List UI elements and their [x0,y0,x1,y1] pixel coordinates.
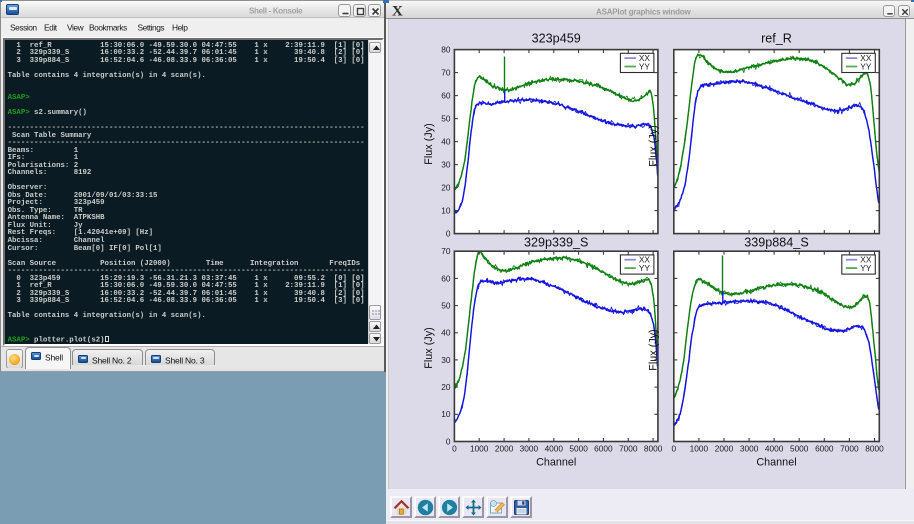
svg-text:X: X [392,4,403,18]
svg-text:Shell No. 2: Shell No. 2 [92,356,132,366]
svg-text:View: View [67,23,85,33]
svg-text:Shell No. 3: Shell No. 3 [165,356,205,366]
svg-text:Help: Help [172,23,188,33]
svg-text:Bookmarks: Bookmarks [89,23,127,33]
svg-text:Shell: Shell [45,352,63,362]
svg-text:ASAPlot graphics window: ASAPlot graphics window [596,7,691,16]
svg-text:Edit: Edit [44,23,58,33]
svg-text:Settings: Settings [138,23,165,33]
svg-text:Session: Session [10,23,37,33]
svg-text:Shell - Konsole: Shell - Konsole [249,7,303,16]
